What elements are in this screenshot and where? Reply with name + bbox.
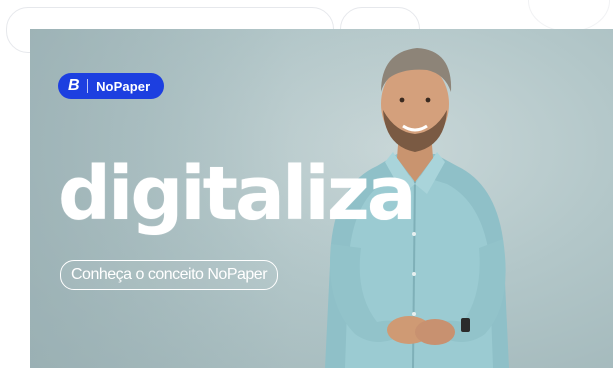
decorative-arc <box>528 0 610 32</box>
badge-divider <box>87 79 89 93</box>
headline: digitaliza <box>58 151 417 237</box>
badge-brand-name: NoPaper <box>96 78 151 94</box>
brand-logo-icon: B <box>68 77 80 94</box>
hero-banner[interactable]: B NoPaper digitaliza Conheça o conceito … <box>30 29 613 368</box>
brand-badge: B NoPaper <box>58 73 165 99</box>
cta-button[interactable]: Conheça o conceito NoPaper <box>60 260 279 290</box>
